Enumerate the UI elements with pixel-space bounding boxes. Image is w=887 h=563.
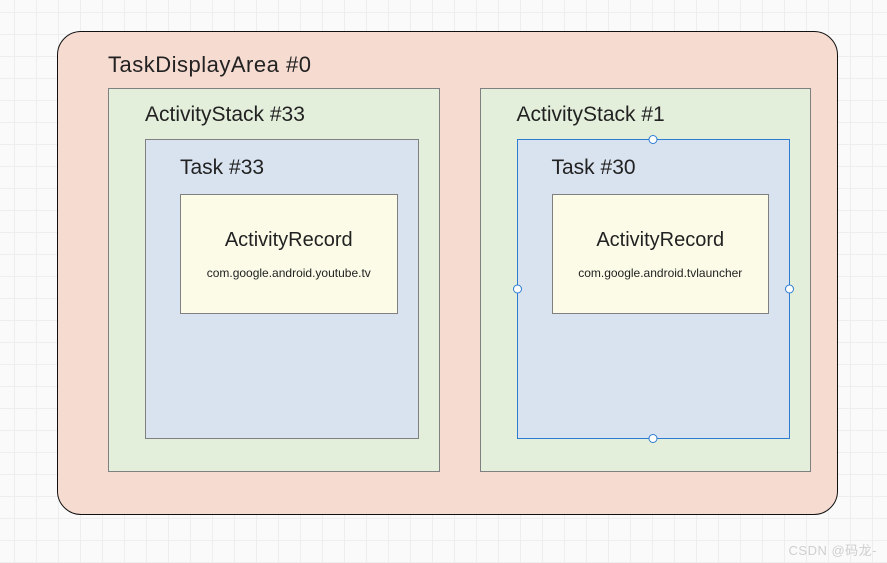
activity-record-title: ActivityRecord (596, 229, 724, 252)
watermark: CSDN @码龙- (789, 540, 877, 559)
activity-record-title: ActivityRecord (225, 229, 353, 252)
stacks-row: ActivityStack #33 Task #33 ActivityRecor… (108, 88, 811, 472)
activity-stack-1: ActivityStack #1 Task #30 ActivityRecord… (480, 88, 812, 472)
task-0[interactable]: Task #33 ActivityRecord com.google.andro… (145, 139, 419, 439)
resize-handle-icon[interactable] (785, 285, 794, 294)
task-1[interactable]: Task #30 ActivityRecord com.google.andro… (517, 139, 791, 439)
activity-stack-title: ActivityStack #33 (145, 103, 419, 127)
task-title: Task #33 (180, 156, 398, 180)
activity-record-package: com.google.android.tvlauncher (578, 266, 742, 280)
activity-record-package: com.google.android.youtube.tv (207, 266, 371, 280)
resize-handle-icon[interactable] (649, 434, 658, 443)
activity-record-1: ActivityRecord com.google.android.tvlaun… (552, 194, 770, 314)
task-title: Task #30 (552, 156, 770, 180)
activity-record-0: ActivityRecord com.google.android.youtub… (180, 194, 398, 314)
display-area-title: TaskDisplayArea #0 (108, 52, 811, 78)
resize-handle-icon[interactable] (513, 285, 522, 294)
task-display-area: TaskDisplayArea #0 ActivityStack #33 Tas… (57, 31, 838, 515)
activity-stack-0: ActivityStack #33 Task #33 ActivityRecor… (108, 88, 440, 472)
resize-handle-icon[interactable] (649, 135, 658, 144)
activity-stack-title: ActivityStack #1 (517, 103, 791, 127)
